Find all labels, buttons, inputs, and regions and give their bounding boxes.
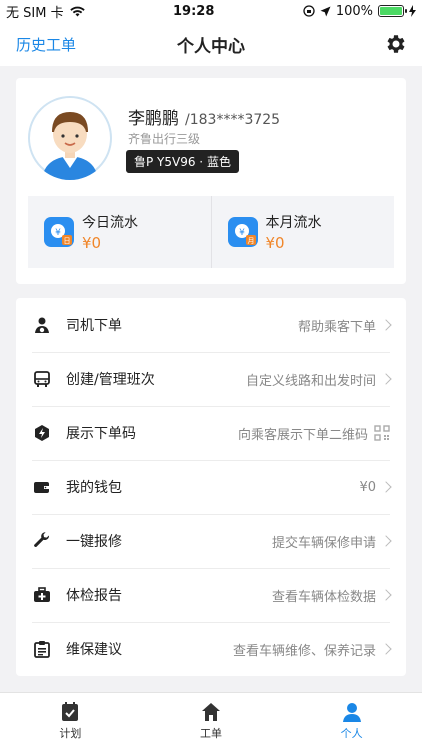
today-income-text: 今日流水 ¥0 (82, 212, 138, 252)
menu-show-order-code[interactable]: 展示下单码 向乘客展示下单二维码 (16, 406, 406, 460)
lock-rotation-icon (303, 5, 315, 17)
battery-icon (377, 5, 407, 17)
menu-inspection-report[interactable]: 体检报告 查看车辆体检数据 (16, 568, 406, 622)
driver-name-line: 李鹏鹏/183****3725 (128, 104, 280, 129)
menu-manage-shifts[interactable]: 创建/管理班次 自定义线路和出发时间 (16, 352, 406, 406)
tab-label: 工单 (200, 727, 222, 740)
menu-sub: 向乘客展示下单二维码 (237, 427, 368, 443)
license-plate-badge: 鲁P Y5V96 · 蓝色 (126, 150, 239, 173)
driver-avatar-icon (28, 96, 112, 180)
menu-driver-order[interactable]: 司机下单 帮助乘客下单 (16, 298, 406, 352)
medical-kit-icon (32, 585, 52, 605)
chevron-right-icon (380, 643, 392, 655)
carrier-label: 无 SIM 卡 (6, 5, 64, 21)
history-orders-link[interactable]: 历史工单 (16, 34, 76, 55)
monthly-wallet-icon: ¥ 月 (227, 217, 258, 247)
month-income-label: 本月流水 (265, 215, 322, 231)
menu-label: 展示下单码 (66, 426, 136, 442)
chevron-right-icon (380, 373, 392, 385)
gear-icon[interactable] (384, 32, 408, 56)
month-income[interactable]: ¥ 月 本月流水 ¥0 (210, 196, 395, 268)
menu-list: 司机下单 帮助乘客下单 创建/管理班次 自定义线路和出发时间 展示下单码 向乘客… (16, 298, 406, 676)
home-icon (202, 703, 220, 721)
menu-my-wallet[interactable]: 我的钱包 ¥0 (16, 460, 406, 514)
svg-text:¥: ¥ (239, 228, 245, 238)
bus-icon (32, 369, 52, 389)
driver-icon (32, 315, 52, 335)
menu-label: 创建/管理班次 (66, 372, 155, 388)
tab-plan[interactable]: 计划 (0, 693, 141, 750)
tab-profile[interactable]: 个人 (281, 693, 422, 750)
today-income-label: 今日流水 (82, 215, 138, 231)
avatar[interactable] (28, 96, 112, 180)
tab-bar: 计划 工单 个人 (0, 692, 422, 750)
chevron-right-icon (380, 481, 392, 493)
month-income-value: ¥0 (265, 234, 285, 252)
status-left: 无 SIM 卡 (6, 2, 85, 21)
chevron-right-icon (380, 589, 392, 601)
menu-sub: 查看车辆体检数据 (271, 589, 376, 605)
person-icon (342, 703, 361, 722)
tab-orders[interactable]: 工单 (141, 693, 282, 750)
menu-sub: ¥0 (359, 479, 376, 495)
battery-percent: 100% (335, 3, 373, 19)
menu-maintenance-advice[interactable]: 维保建议 查看车辆维修、保养记录 (16, 622, 406, 676)
battery-fill (379, 7, 402, 15)
menu-label: 维保建议 (66, 642, 122, 658)
chevron-right-icon (380, 319, 392, 331)
wrench-icon (32, 531, 52, 551)
month-badge-text: 月 (247, 237, 254, 245)
tab-label: 个人 (340, 727, 363, 740)
charging-icon (408, 5, 416, 17)
menu-label: 司机下单 (66, 318, 122, 334)
clipboard-icon (32, 639, 52, 659)
driver-phone: /183****3725 (185, 112, 281, 128)
month-income-text: 本月流水 ¥0 (266, 212, 322, 252)
income-panel: ¥ 日 今日流水 ¥0 ¥ 月 本月流水 ¥0 (28, 196, 394, 268)
today-income-value: ¥0 (82, 234, 102, 252)
wallet-icon (32, 477, 52, 497)
daily-wallet-icon: ¥ 日 (44, 217, 74, 247)
svg-text:¥: ¥ (55, 228, 61, 238)
menu-repair[interactable]: 一键报修 提交车辆保修申请 (16, 514, 406, 568)
menu-label: 体检报告 (66, 588, 122, 604)
qr-code-icon (374, 425, 390, 441)
today-badge-text: 日 (64, 237, 71, 245)
menu-sub: 提交车辆保修申请 (271, 535, 376, 551)
menu-sub: 帮助乘客下单 (297, 319, 376, 335)
driver-level: 齐鲁出行三级 (128, 132, 201, 146)
menu-label: 一键报修 (66, 534, 122, 550)
driver-name: 李鹏鹏 (128, 109, 179, 129)
status-right: 100% (303, 4, 416, 19)
navbar: 历史工单 个人中心 (0, 22, 422, 66)
menu-sub: 查看车辆维修、保养记录 (232, 643, 376, 659)
menu-label: 我的钱包 (66, 480, 122, 496)
menu-sub: 自定义线路和出发时间 (245, 373, 376, 389)
bolt-shield-icon (32, 423, 52, 443)
chevron-right-icon (380, 535, 392, 547)
location-icon (320, 6, 331, 16)
status-bar: 无 SIM 卡 19:28 100% (0, 0, 422, 22)
status-time: 19:28 (173, 3, 215, 19)
profile-card: 李鹏鹏/183****3725 齐鲁出行三级 鲁P Y5V96 · 蓝色 ¥ 日 … (16, 78, 406, 284)
wifi-icon (69, 6, 85, 17)
today-income[interactable]: ¥ 日 今日流水 ¥0 (28, 196, 211, 268)
plan-icon (62, 702, 79, 721)
tab-label: 计划 (59, 727, 82, 740)
